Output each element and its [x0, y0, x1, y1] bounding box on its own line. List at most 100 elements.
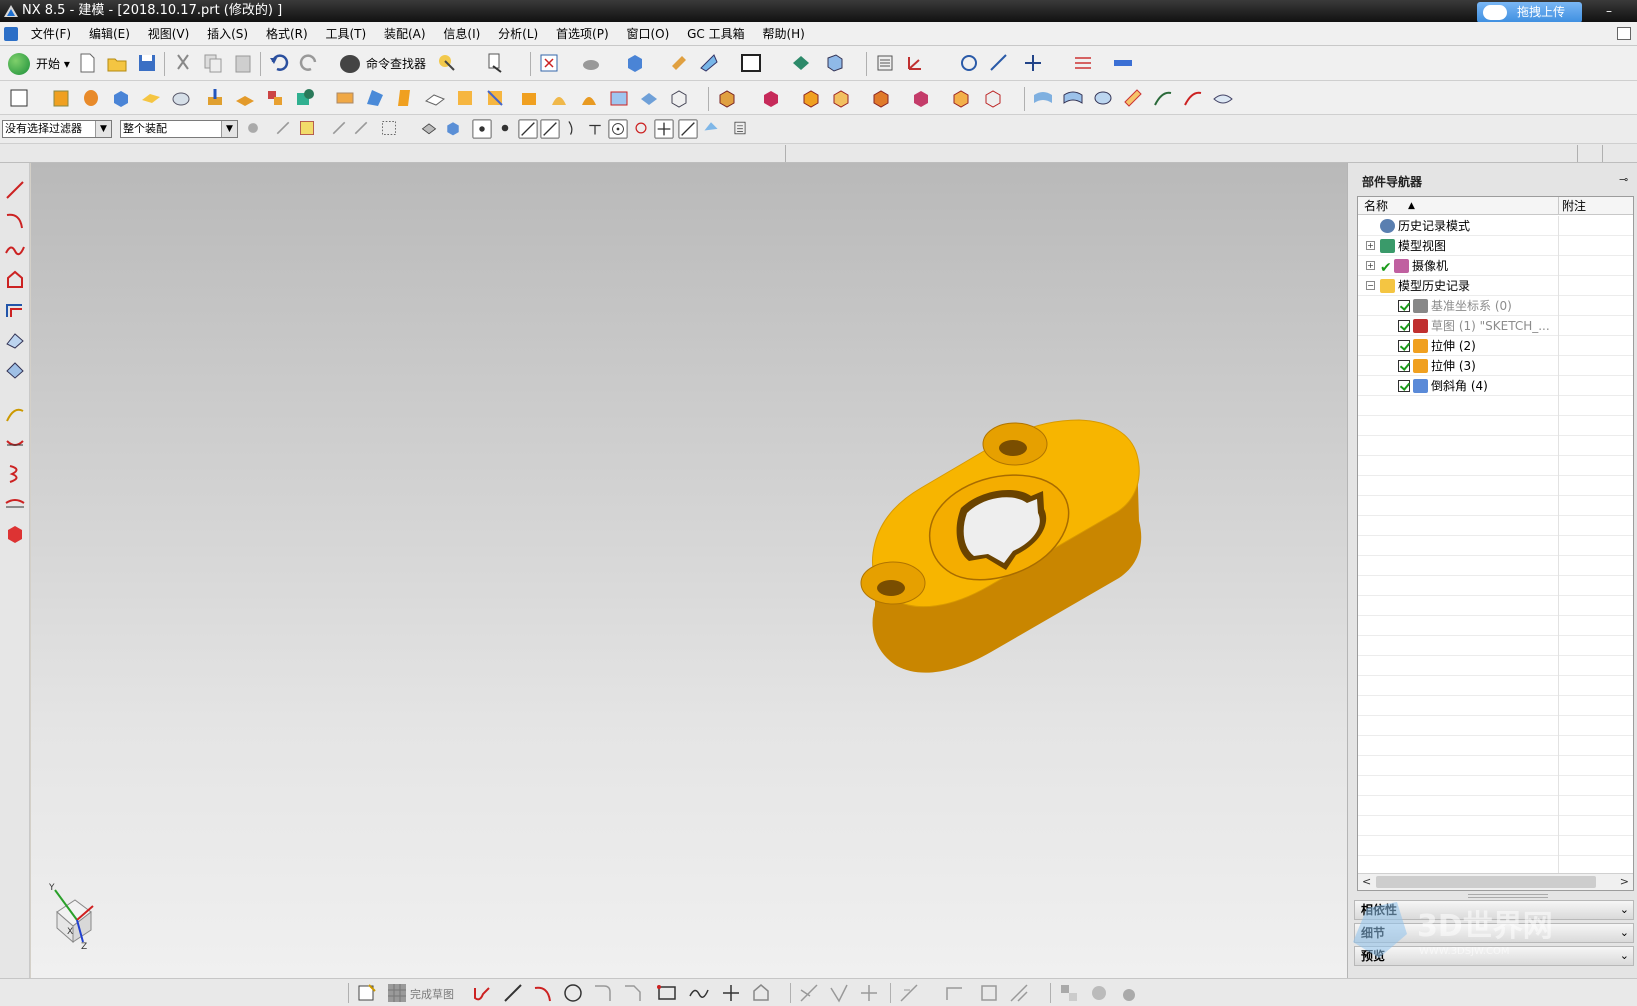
sketch-task-icon[interactable]	[356, 982, 378, 1004]
visibility-checkbox[interactable]	[1398, 340, 1410, 352]
line-icon[interactable]	[4, 179, 26, 201]
start-button[interactable]: 开始 ▾	[8, 52, 70, 76]
helix-icon[interactable]	[4, 463, 26, 485]
layer-settings-icon[interactable]	[874, 52, 896, 74]
snap-existing-point-icon[interactable]	[654, 119, 674, 139]
extract-curve-icon[interactable]	[4, 493, 26, 515]
menu-preferences[interactable]: 首选项(P)	[549, 22, 616, 46]
polygon-icon[interactable]	[4, 269, 26, 291]
chamfer-icon[interactable]	[364, 87, 386, 109]
pattern-curve-icon[interactable]	[1008, 982, 1030, 1004]
wireframe-cube-icon[interactable]	[668, 87, 690, 109]
sew-icon[interactable]	[638, 87, 660, 109]
through-curves-icon[interactable]	[1032, 87, 1054, 109]
tree-row[interactable]: 历史记录模式	[1358, 216, 1633, 236]
circle-icon[interactable]	[562, 982, 584, 1004]
snap-perpendicular-icon[interactable]	[586, 119, 604, 137]
new-file-icon[interactable]	[76, 52, 98, 74]
mirror-curve-icon[interactable]	[978, 982, 1000, 1004]
grid-icon[interactable]	[1072, 52, 1094, 74]
mirror-feature-icon[interactable]	[548, 87, 570, 109]
snap-mid-point-icon[interactable]	[518, 119, 538, 139]
fixed-constraint-icon[interactable]	[1058, 982, 1080, 1004]
menu-file[interactable]: 文件(F)	[24, 22, 78, 46]
open-folder-icon[interactable]	[106, 52, 128, 74]
menu-view[interactable]: 视图(V)	[141, 22, 197, 46]
undo-icon[interactable]	[268, 52, 290, 74]
constraints-icon[interactable]	[898, 982, 920, 1004]
column-name-header[interactable]: 名称	[1364, 197, 1388, 215]
cylinder-icon[interactable]	[170, 87, 192, 109]
dependencies-panel[interactable]: 相依性 ⌄	[1354, 900, 1634, 920]
tree-row[interactable]: 草图 (1) "SKETCH_...	[1358, 316, 1633, 336]
select-feature-icon[interactable]	[244, 119, 262, 137]
trim-body-icon[interactable]	[484, 87, 506, 109]
mirror-face-icon[interactable]	[982, 87, 1004, 109]
snap-point-on-curve-icon[interactable]	[678, 119, 698, 139]
revolve-icon[interactable]	[80, 87, 102, 109]
select-face-icon[interactable]	[444, 119, 462, 137]
finish-sketch-icon[interactable]	[386, 982, 408, 1004]
replace-face-icon[interactable]	[716, 87, 738, 109]
copy-face-icon[interactable]	[950, 87, 972, 109]
select-all-icon[interactable]	[298, 119, 316, 137]
through-curve-mesh-icon[interactable]	[1062, 87, 1084, 109]
hole-icon[interactable]	[204, 87, 226, 109]
snap-point-on-face-icon[interactable]	[702, 119, 720, 137]
wcs-icon[interactable]	[904, 52, 926, 74]
copy-icon[interactable]	[202, 52, 224, 74]
move-face-icon[interactable]	[760, 87, 782, 109]
edge-highlight-icon[interactable]	[668, 52, 690, 74]
quick-trim-icon[interactable]	[798, 982, 820, 1004]
tree-row[interactable]: 倒斜角 (4)	[1358, 376, 1633, 396]
move-component-icon[interactable]	[824, 52, 846, 74]
rectangle-icon[interactable]	[656, 982, 678, 1004]
save-icon[interactable]	[136, 52, 158, 74]
fillet-icon[interactable]	[592, 982, 614, 1004]
visibility-checkbox[interactable]	[1398, 380, 1410, 392]
rectangle-select-icon[interactable]	[380, 119, 398, 137]
visibility-checkbox[interactable]	[1398, 320, 1410, 332]
menu-gc-toolkit[interactable]: GC 工具箱	[680, 22, 752, 46]
menu-tools[interactable]: 工具(T)	[318, 22, 373, 46]
measure-distance-icon[interactable]	[988, 52, 1010, 74]
touch-mode-icon[interactable]	[436, 52, 458, 74]
studio-spline-icon[interactable]	[4, 239, 26, 261]
project-curve-icon[interactable]	[4, 329, 26, 351]
animate-dimension-icon[interactable]	[1088, 982, 1110, 1004]
trim-sheet-icon[interactable]	[1182, 87, 1204, 109]
polygon-icon[interactable]	[750, 982, 772, 1004]
menu-help[interactable]: 帮助(H)	[755, 22, 811, 46]
offset-curve-icon[interactable]	[944, 982, 966, 1004]
menu-format[interactable]: 格式(R)	[259, 22, 315, 46]
snap-intersection-icon[interactable]	[564, 119, 582, 137]
bridge-curve-icon[interactable]	[4, 433, 26, 455]
intersection-curve-icon[interactable]	[4, 359, 26, 381]
thicken-icon[interactable]	[608, 87, 630, 109]
offset-curve-icon[interactable]	[4, 299, 26, 321]
arc-icon[interactable]	[4, 209, 26, 231]
cut-icon[interactable]	[172, 52, 194, 74]
arc-icon[interactable]	[532, 982, 554, 1004]
graphics-window[interactable]: Y X Z	[31, 163, 1347, 978]
details-panel[interactable]: 细节 ⌄	[1354, 923, 1634, 943]
snap-arc-center-icon[interactable]	[608, 119, 628, 139]
pocket-icon[interactable]	[264, 87, 286, 109]
orient-view-icon[interactable]	[624, 52, 646, 74]
part-model[interactable]	[31, 163, 1347, 978]
shell-icon[interactable]	[424, 87, 446, 109]
boss-icon[interactable]	[234, 87, 256, 109]
background-icon[interactable]	[740, 52, 762, 74]
expand-icon[interactable]: +	[1366, 241, 1375, 250]
studio-spline-icon[interactable]	[688, 982, 710, 1004]
visibility-checkbox[interactable]	[1398, 300, 1410, 312]
upload-button[interactable]: 拖拽上传	[1477, 2, 1582, 23]
fit-view-icon[interactable]	[538, 52, 560, 74]
menu-information[interactable]: 信息(I)	[436, 22, 487, 46]
tree-row[interactable]: − 模型历史记录	[1358, 276, 1633, 296]
snap-quadrant-icon[interactable]	[632, 119, 650, 137]
draft-icon[interactable]	[394, 87, 416, 109]
tree-row[interactable]: 拉伸 (2)	[1358, 336, 1633, 356]
selection-scope-dropdown[interactable]: 整个装配 ▼	[120, 120, 238, 138]
offset-face-icon[interactable]	[454, 87, 476, 109]
